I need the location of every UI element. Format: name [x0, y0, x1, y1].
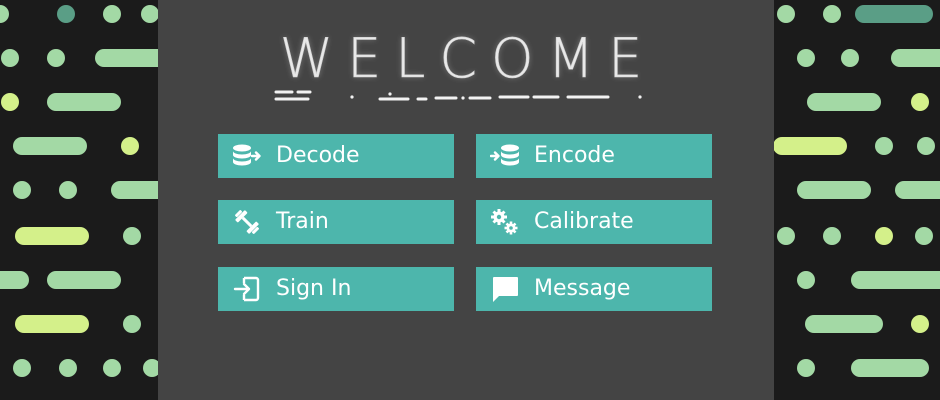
calibrate-label: Calibrate — [534, 209, 634, 234]
main-panel: WELCOME Decode Encode Train Calibrate Si… — [158, 0, 774, 400]
chat-bubble-icon — [490, 274, 520, 304]
gears-icon — [490, 207, 520, 237]
message-button[interactable]: Message — [476, 267, 712, 311]
welcome-header: WELCOME — [268, 26, 668, 106]
morse-underline — [274, 90, 642, 101]
train-label: Train — [276, 209, 329, 234]
sign-in-label: Sign In — [276, 276, 352, 301]
arrow-database-icon — [490, 141, 520, 171]
dumbbell-icon — [232, 207, 262, 237]
left-morse-pattern — [0, 0, 158, 400]
calibrate-button[interactable]: Calibrate — [476, 200, 712, 244]
database-arrow-in-icon — [232, 141, 262, 171]
message-label: Message — [534, 276, 631, 301]
right-morse-pattern — [774, 0, 940, 400]
encode-label: Encode — [534, 143, 615, 168]
encode-button[interactable]: Encode — [476, 134, 712, 178]
login-icon — [232, 274, 262, 304]
train-button[interactable]: Train — [218, 200, 454, 244]
sign-in-button[interactable]: Sign In — [218, 267, 454, 311]
decode-label: Decode — [276, 143, 360, 168]
decode-button[interactable]: Decode — [218, 134, 454, 178]
